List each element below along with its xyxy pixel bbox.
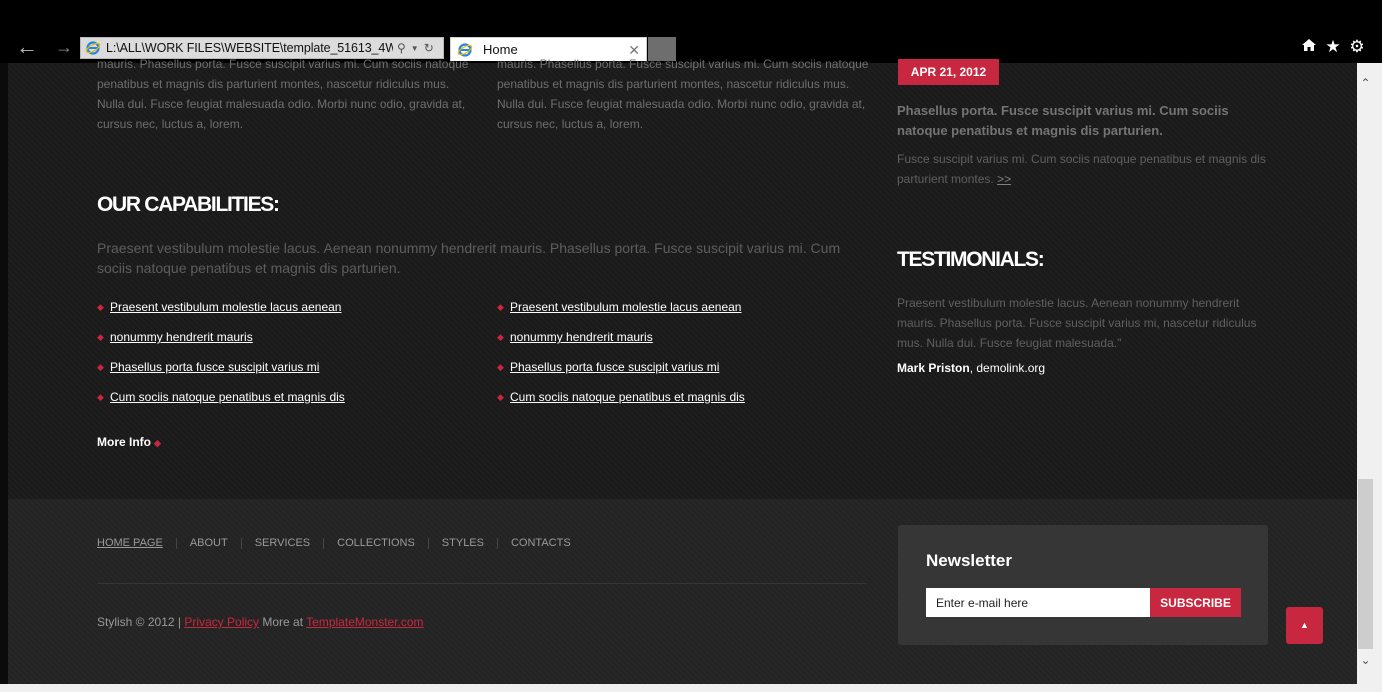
bullet-icon: ◆	[497, 392, 504, 402]
window-frame	[0, 684, 1382, 692]
more-at-text: More at	[259, 615, 307, 629]
column-text-1: mauris. Phasellus porta. Fusce suscipit …	[97, 57, 469, 131]
author-name: Mark Priston	[897, 361, 970, 375]
news-headline: Phasellus porta. Fusce suscipit varius m…	[897, 103, 1229, 138]
list-item: ◆ Phasellus porta fusce suscipit varius m…	[97, 359, 345, 389]
bullet-icon: ◆	[497, 302, 504, 312]
bullet-icon: ◆	[497, 362, 504, 372]
privacy-policy-link[interactable]: Privacy Policy	[184, 615, 259, 629]
chevron-down-icon[interactable]: ⌄	[1357, 653, 1374, 667]
search-icon[interactable]: ⚲	[397, 41, 406, 55]
author-site: , demolink.org	[969, 361, 1046, 375]
date-badge: APR 21, 2012	[898, 59, 999, 85]
window-frame	[1374, 63, 1382, 692]
footer-link-home[interactable]: HOME PAGE	[97, 537, 163, 549]
capability-link[interactable]: nonummy hendrerit mauris	[510, 329, 653, 345]
divider	[97, 583, 867, 584]
capability-link[interactable]: Praesent vestibulum molestie lacus aenea…	[510, 299, 741, 315]
address-text: L:\ALL\WORK FILES\WEBSITE\template_51613…	[106, 41, 393, 55]
capability-link[interactable]: nonummy hendrerit mauris	[110, 329, 253, 345]
column-text-2: mauris. Phasellus porta. Fusce suscipit …	[497, 57, 869, 131]
footer-link-about[interactable]: ABOUT	[190, 537, 228, 549]
chevron-up-icon: ▲	[1300, 620, 1309, 630]
capabilities-title: OUR CAPABILITIES:	[97, 193, 280, 216]
scrollbar[interactable]: ⌃ ⌄	[1357, 63, 1374, 684]
more-info-link[interactable]: More Info ◆	[97, 435, 161, 451]
main-content: mauris. Phasellus porta. Fusce suscipit …	[8, 57, 1357, 499]
list-item: ◆ Praesent vestibulum molestie lacus aene…	[97, 299, 345, 329]
list-item: ◆ Phasellus porta fusce suscipit varius m…	[497, 359, 745, 389]
newsletter-box: Newsletter SUBSCRIBE	[898, 525, 1268, 645]
capabilities-list-right: ◆ Praesent vestibulum molestie lacus aene…	[497, 299, 745, 419]
bullet-icon: ◆	[97, 362, 104, 372]
capability-link[interactable]: Phasellus porta fusce suscipit varius mi	[510, 359, 719, 375]
footer-nav: HOME PAGE ABOUT SERVICES COLLECTIONS STY…	[97, 537, 571, 549]
newsletter-title: Newsletter	[926, 551, 1012, 570]
list-item: ◆ Cum sociis natoque penatibus et magnis …	[497, 389, 745, 419]
bullet-icon: ◆	[497, 332, 504, 342]
list-item: ◆ Praesent vestibulum molestie lacus aene…	[497, 299, 745, 329]
divider	[427, 537, 429, 549]
email-field[interactable]	[926, 588, 1150, 617]
footer: HOME PAGE ABOUT SERVICES COLLECTIONS STY…	[8, 499, 1357, 684]
bullet-icon: ◆	[97, 332, 104, 342]
footer-link-styles[interactable]: STYLES	[442, 537, 484, 549]
dropdown-icon[interactable]: ▼	[411, 44, 419, 53]
divider	[240, 537, 242, 549]
back-icon[interactable]: ←	[15, 36, 39, 58]
list-item: ◆ nonummy hendrerit mauris	[97, 329, 345, 359]
bullet-icon: ◆	[97, 392, 104, 402]
divider	[323, 537, 325, 549]
capability-link[interactable]: Praesent vestibulum molestie lacus aenea…	[110, 299, 341, 315]
bullet-icon: ◆	[97, 302, 104, 312]
favorites-icon[interactable]: ★	[1324, 37, 1342, 57]
forward-icon[interactable]: →	[52, 36, 76, 58]
capabilities-intro: Praesent vestibulum molestie lacus. Aene…	[97, 240, 841, 276]
web-page: mauris. Phasellus porta. Fusce suscipit …	[8, 57, 1357, 684]
templatemonster-link[interactable]: TemplateMonster.com	[306, 615, 423, 629]
capability-link[interactable]: Phasellus porta fusce suscipit varius mi	[110, 359, 319, 375]
subscribe-button[interactable]: SUBSCRIBE	[1150, 588, 1241, 617]
news-more-link[interactable]: >>	[997, 172, 1011, 186]
gear-icon[interactable]: ⚙	[1348, 37, 1366, 57]
copyright: Stylish © 2012 | Privacy Policy More at …	[97, 615, 424, 629]
more-info-label: More Info	[97, 435, 151, 449]
home-icon[interactable]	[1300, 37, 1318, 57]
footer-link-contacts[interactable]: CONTACTS	[511, 537, 571, 549]
scrollbar-thumb[interactable]	[1358, 479, 1373, 649]
scroll-to-top-button[interactable]: ▲	[1286, 607, 1323, 644]
capability-link[interactable]: Cum sociis natoque penatibus et magnis d…	[510, 389, 745, 405]
capabilities-list-left: ◆ Praesent vestibulum molestie lacus aene…	[97, 299, 345, 419]
divider	[496, 537, 498, 549]
news-body: Fusce suscipit varius mi. Cum sociis nat…	[897, 152, 1266, 186]
refresh-icon[interactable]: ↻	[424, 41, 434, 55]
copyright-text: Stylish © 2012 |	[97, 615, 185, 629]
list-item: ◆ Cum sociis natoque penatibus et magnis …	[97, 389, 345, 419]
footer-link-services[interactable]: SERVICES	[255, 537, 310, 549]
news-text: Fusce suscipit varius mi. Cum sociis nat…	[897, 149, 1277, 189]
testimonials-title: TESTIMONIALS:	[897, 248, 1045, 271]
chevron-up-icon[interactable]: ⌃	[1357, 76, 1374, 90]
bullet-icon: ◆	[154, 438, 161, 448]
capability-link[interactable]: Cum sociis natoque penatibus et magnis d…	[110, 389, 345, 405]
divider	[175, 537, 177, 549]
testimonial-quote: Praesent vestibulum molestie lacus. Aene…	[897, 296, 1257, 350]
testimonial-author: Mark Priston, demolink.org	[897, 361, 1045, 375]
list-item: ◆ nonummy hendrerit mauris	[497, 329, 745, 359]
footer-link-collections[interactable]: COLLECTIONS	[337, 537, 415, 549]
